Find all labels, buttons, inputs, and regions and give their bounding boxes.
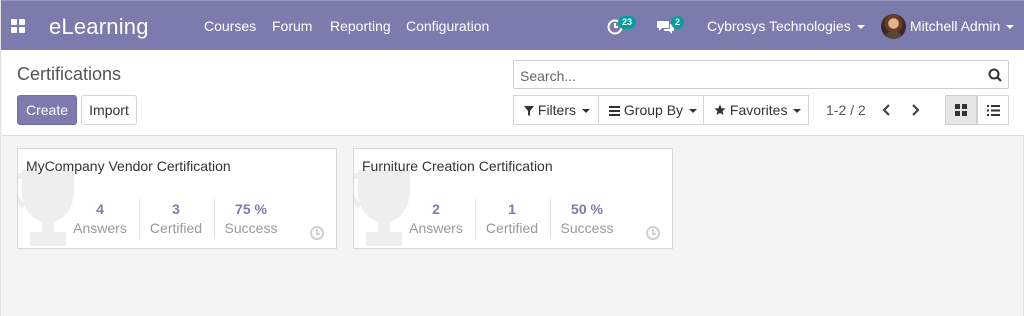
user-name: Mitchell Admin xyxy=(910,18,1001,34)
list-view-icon xyxy=(987,105,1000,116)
certification-card[interactable]: Furniture Creation Certification 2 Answe… xyxy=(353,148,673,249)
pager-value[interactable]: 1-2 / 2 xyxy=(826,102,866,118)
answers-stat[interactable]: 2 Answers xyxy=(398,201,474,239)
caret-down-icon xyxy=(793,109,802,114)
page: eLearning Courses Forum Reporting Config… xyxy=(0,0,1024,316)
filters-button[interactable]: Filters xyxy=(513,95,599,125)
menu-forum[interactable]: Forum xyxy=(272,18,312,34)
certification-card[interactable]: MyCompany Vendor Certification 4 Answers… xyxy=(17,148,337,249)
bars-icon xyxy=(609,106,620,116)
card-title[interactable]: MyCompany Vendor Certification xyxy=(26,158,231,174)
caret-down-icon xyxy=(582,109,591,114)
certified-value: 3 xyxy=(172,201,180,217)
group-by-button[interactable]: Group By xyxy=(598,95,704,125)
page-title: Certifications xyxy=(17,64,122,84)
apps-menu-icon[interactable] xyxy=(11,19,25,33)
star-icon xyxy=(714,104,726,115)
success-value: 75 % xyxy=(235,201,267,217)
activity-clock-icon[interactable] xyxy=(310,226,324,240)
certified-value: 1 xyxy=(508,201,516,217)
caret-down-icon xyxy=(1006,25,1015,30)
activity-count-badge: 23 xyxy=(618,16,637,29)
certified-label: Certified xyxy=(149,220,203,236)
certified-label: Certified xyxy=(485,220,539,236)
success-value: 50 % xyxy=(571,201,603,217)
user-avatar[interactable] xyxy=(881,14,906,39)
company-switcher[interactable]: Cybrosys Technologies xyxy=(707,18,865,34)
list-view-button[interactable] xyxy=(977,95,1009,125)
caret-down-icon xyxy=(856,25,865,30)
messages-button[interactable]: 2 xyxy=(657,14,687,38)
filters-label: Filters xyxy=(537,102,577,118)
create-button[interactable]: Create xyxy=(17,95,77,125)
import-button[interactable]: Import xyxy=(81,95,137,125)
top-navbar: eLearning Courses Forum Reporting Config… xyxy=(1,0,1024,50)
success-label: Success xyxy=(224,220,278,236)
group-by-label: Group By xyxy=(623,102,684,118)
success-label: Success xyxy=(560,220,614,236)
chevron-right-icon[interactable] xyxy=(907,100,923,120)
user-menu[interactable]: Mitchell Admin xyxy=(910,18,1015,34)
company-name: Cybrosys Technologies xyxy=(707,18,851,34)
menu-configuration[interactable]: Configuration xyxy=(406,18,489,34)
answers-value: 4 xyxy=(96,201,104,217)
grid-view-icon xyxy=(955,104,967,116)
app-brand[interactable]: eLearning xyxy=(49,14,149,40)
control-panel: Certifications Create Import Search... F… xyxy=(2,50,1024,136)
filter-icon xyxy=(524,106,534,116)
certified-stat[interactable]: 3 Certified xyxy=(138,201,214,239)
activity-button[interactable]: 23 xyxy=(607,14,639,38)
search-input[interactable]: Search... xyxy=(520,68,576,84)
favorites-button[interactable]: Favorites xyxy=(703,95,809,125)
kanban-view-button[interactable] xyxy=(945,95,977,125)
answers-value: 2 xyxy=(432,201,440,217)
success-stat[interactable]: 75 % Success xyxy=(213,201,289,239)
certified-stat[interactable]: 1 Certified xyxy=(474,201,550,239)
search-box[interactable]: Search... xyxy=(513,60,1009,89)
menu-courses[interactable]: Courses xyxy=(204,18,256,34)
answers-stat[interactable]: 4 Answers xyxy=(62,201,138,239)
answers-label: Answers xyxy=(73,220,127,236)
search-icon[interactable] xyxy=(988,68,1002,82)
caret-down-icon xyxy=(689,109,698,114)
menu-reporting[interactable]: Reporting xyxy=(330,18,391,34)
activity-clock-icon[interactable] xyxy=(646,226,660,240)
favorites-label: Favorites xyxy=(729,102,788,118)
answers-label: Answers xyxy=(409,220,463,236)
messages-count-badge: 2 xyxy=(671,16,685,29)
card-title[interactable]: Furniture Creation Certification xyxy=(362,158,553,174)
success-stat[interactable]: 50 % Success xyxy=(549,201,625,239)
chevron-left-icon[interactable] xyxy=(879,100,895,120)
